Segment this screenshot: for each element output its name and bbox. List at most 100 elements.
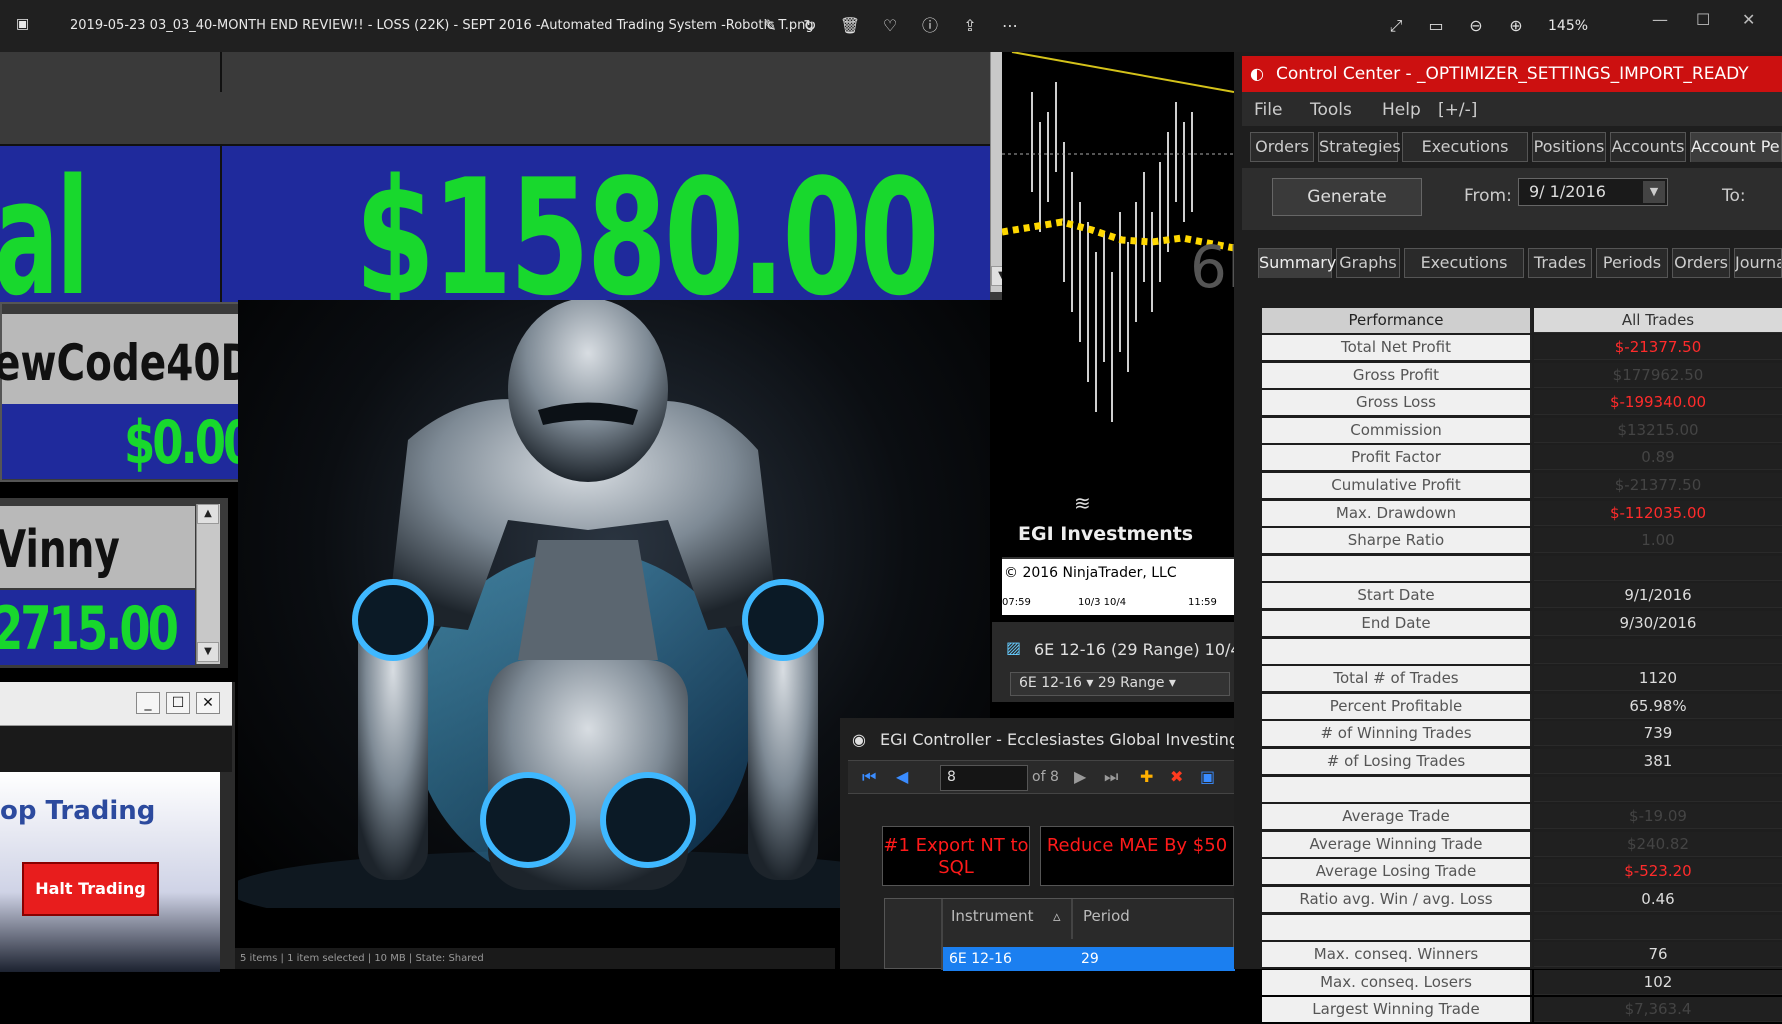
expand-icon[interactable]: ⤢ bbox=[1384, 14, 1408, 38]
tab-orders[interactable]: Orders bbox=[1250, 132, 1314, 162]
close-icon[interactable]: ✕ bbox=[196, 692, 220, 714]
table-row[interactable]: Max. conseq. Winners 76 bbox=[1262, 942, 1782, 969]
table-row[interactable]: # of Losing Trades 381 bbox=[1262, 749, 1782, 776]
menu-toggle[interactable]: [+/-] bbox=[1438, 100, 1477, 120]
heart-icon[interactable]: ♡ bbox=[878, 14, 902, 38]
tab-executions-sub[interactable]: Executions bbox=[1404, 248, 1524, 278]
table-row[interactable]: Commission $13215.00 bbox=[1262, 418, 1782, 445]
fit-icon[interactable]: ▭ bbox=[1424, 14, 1448, 38]
menu-file[interactable]: File bbox=[1254, 100, 1282, 120]
table-row[interactable]: Cumulative Profit $-21377.50 bbox=[1262, 473, 1782, 500]
chart-copyright: © 2016 NinjaTrader, LLC bbox=[1004, 565, 1177, 581]
range-selector[interactable]: 29 Range bbox=[1098, 675, 1165, 691]
table-row[interactable]: Max. conseq. Losers 102 bbox=[1262, 970, 1782, 997]
close-icon[interactable]: ✕ bbox=[1742, 10, 1755, 29]
from-date-picker[interactable]: 9/ 1/2016 ▼ bbox=[1518, 178, 1668, 206]
table-row[interactable]: Ratio avg. Win / avg. Loss 0.46 bbox=[1262, 887, 1782, 914]
tab-accounts[interactable]: Accounts bbox=[1610, 132, 1686, 162]
save-icon[interactable]: ▣ bbox=[1200, 767, 1215, 786]
tab-graphs[interactable]: Graphs bbox=[1336, 248, 1400, 278]
minimize-icon[interactable]: _ bbox=[136, 692, 160, 714]
tab-executions[interactable]: Executions bbox=[1402, 132, 1528, 162]
metric-label: End Date bbox=[1262, 611, 1532, 636]
axis-tick: 10/3 10/4 bbox=[1078, 597, 1127, 608]
tab-positions[interactable]: Positions bbox=[1532, 132, 1606, 162]
table-row[interactable] bbox=[1262, 639, 1782, 666]
strategy-control-window: _ ☐ ✕ op Trading Halt Trading bbox=[0, 682, 235, 972]
viewer-filename: 2019-05-23 03_03_40-MONTH END REVIEW!! -… bbox=[70, 18, 814, 33]
table-row[interactable] bbox=[1262, 915, 1782, 942]
chevron-down-icon[interactable]: ▾ bbox=[1086, 675, 1097, 691]
metric-label: Ratio avg. Win / avg. Loss bbox=[1262, 887, 1532, 912]
next-record-icon[interactable]: ▶ bbox=[1074, 767, 1086, 786]
scroll-up-icon[interactable]: ▲ bbox=[197, 504, 219, 524]
table-row[interactable]: End Date 9/30/2016 bbox=[1262, 611, 1782, 638]
sort-ascending-icon[interactable]: ▵ bbox=[1053, 907, 1061, 925]
metric-value: 0.46 bbox=[1534, 887, 1782, 912]
chevron-down-icon[interactable]: ▾ bbox=[1169, 675, 1176, 691]
menu-help[interactable]: Help bbox=[1382, 100, 1421, 120]
table-row[interactable]: Largest Winning Trade $7,363.4 bbox=[1262, 997, 1782, 1024]
maximize-icon[interactable]: ☐ bbox=[166, 692, 190, 714]
tab-orders-sub[interactable]: Orders bbox=[1672, 248, 1730, 278]
tab-strategies[interactable]: Strategies bbox=[1318, 132, 1401, 162]
tab-trades[interactable]: Trades bbox=[1528, 248, 1592, 278]
last-record-icon[interactable]: ⏭ bbox=[1104, 767, 1118, 787]
generate-button[interactable]: Generate bbox=[1272, 178, 1422, 216]
column-header-all-trades: All Trades bbox=[1534, 308, 1782, 333]
share-icon[interactable]: ⇪ bbox=[958, 14, 982, 38]
table-row[interactable]: Start Date 9/1/2016 bbox=[1262, 583, 1782, 610]
record-count: of 8 bbox=[1032, 769, 1059, 785]
tab-journal[interactable]: Journal bbox=[1734, 248, 1782, 278]
table-row[interactable]: Total Net Profit $-21377.50 bbox=[1262, 335, 1782, 362]
table-row[interactable]: Total # of Trades 1120 bbox=[1262, 666, 1782, 693]
instrument-selector[interactable]: 6E 12-16 bbox=[1019, 675, 1082, 691]
add-record-icon[interactable]: ✚ bbox=[1140, 767, 1153, 786]
export-nt-sql-button[interactable]: #1 Export NT to SQL bbox=[882, 826, 1030, 886]
table-row[interactable]: 6E 12-16 29 bbox=[943, 947, 1235, 971]
from-label: From: bbox=[1464, 186, 1512, 206]
table-row[interactable]: Average Trade $-19.09 bbox=[1262, 804, 1782, 831]
edit-icon[interactable]: ✎ bbox=[758, 14, 782, 38]
scroll-down-icon[interactable]: ▼ bbox=[197, 642, 219, 662]
delete-record-icon[interactable]: ✖ bbox=[1170, 767, 1183, 786]
table-row[interactable]: Gross Loss $-199340.00 bbox=[1262, 390, 1782, 417]
rotate-icon[interactable]: ↻ bbox=[798, 14, 822, 38]
table-row[interactable]: Percent Profitable 65.98% bbox=[1262, 694, 1782, 721]
zoom-out-icon[interactable]: ⊖ bbox=[1464, 14, 1488, 38]
tab-periods[interactable]: Periods bbox=[1596, 248, 1668, 278]
reduce-mae-button[interactable]: Reduce MAE By $50 bbox=[1040, 826, 1234, 886]
chevron-down-icon[interactable]: ▼ bbox=[1643, 181, 1665, 203]
metric-label bbox=[1262, 639, 1532, 664]
menu-tools[interactable]: Tools bbox=[1310, 100, 1352, 120]
table-row[interactable]: Max. Drawdown $-112035.00 bbox=[1262, 501, 1782, 528]
column-header-instrument[interactable]: Instrument bbox=[951, 907, 1034, 925]
table-row[interactable]: Average Losing Trade $-523.20 bbox=[1262, 859, 1782, 886]
delete-icon[interactable]: 🗑 bbox=[838, 14, 862, 38]
metric-label: Max. Drawdown bbox=[1262, 501, 1532, 526]
tab-summary[interactable]: Summary bbox=[1258, 248, 1336, 278]
table-row[interactable] bbox=[1262, 556, 1782, 583]
prev-record-icon[interactable]: ◀ bbox=[896, 767, 908, 786]
winny-scrollbar[interactable]: ▲ ▼ bbox=[196, 504, 220, 664]
more-icon[interactable]: ⋯ bbox=[998, 14, 1022, 38]
divider bbox=[1071, 899, 1073, 939]
halt-trading-button[interactable]: Halt Trading bbox=[22, 862, 159, 916]
tab-account-performance[interactable]: Account Perform bbox=[1690, 132, 1782, 162]
table-row[interactable]: Average Winning Trade $240.82 bbox=[1262, 832, 1782, 859]
info-icon[interactable]: ⓘ bbox=[918, 14, 942, 38]
column-header-performance: Performance bbox=[1262, 308, 1532, 333]
maximize-icon[interactable]: ☐ bbox=[1696, 10, 1710, 29]
table-row[interactable]: # of Winning Trades 739 bbox=[1262, 721, 1782, 748]
metric-value bbox=[1534, 777, 1782, 802]
minimize-icon[interactable]: — bbox=[1652, 10, 1668, 29]
table-row[interactable]: Sharpe Ratio 1.00 bbox=[1262, 528, 1782, 555]
first-record-icon[interactable]: ⏮ bbox=[862, 767, 876, 787]
table-row[interactable] bbox=[1262, 777, 1782, 804]
table-row[interactable]: Gross Profit $177962.50 bbox=[1262, 363, 1782, 390]
zoom-in-icon[interactable]: ⊕ bbox=[1504, 14, 1528, 38]
column-header-period[interactable]: Period bbox=[1083, 907, 1130, 925]
metric-value bbox=[1534, 639, 1782, 664]
record-input[interactable]: 8 bbox=[940, 765, 1028, 791]
table-row[interactable]: Profit Factor 0.89 bbox=[1262, 445, 1782, 472]
